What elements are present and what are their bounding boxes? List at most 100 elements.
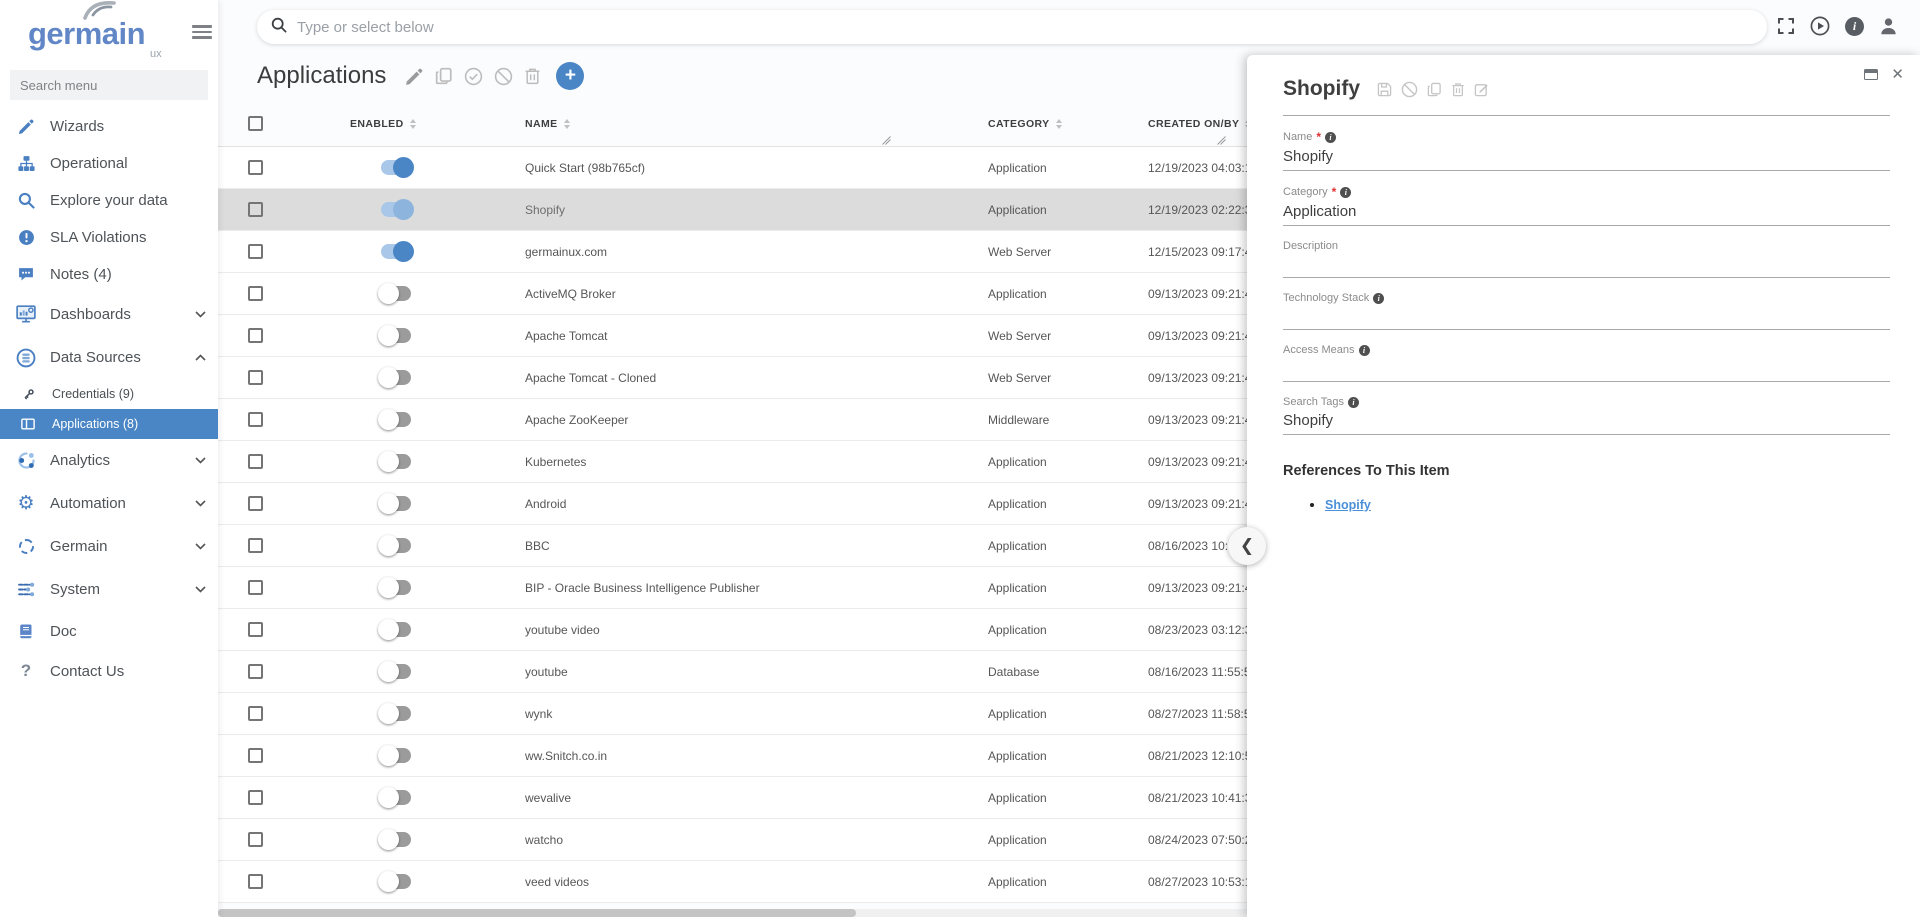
field-value[interactable]: [1283, 360, 1890, 382]
sidebar-item-explore[interactable]: Explore your data: [0, 182, 218, 219]
enabled-toggle[interactable]: [381, 622, 411, 637]
edit-icon[interactable]: [405, 67, 424, 86]
sidebar-item-credentials[interactable]: Credentials (9): [0, 379, 218, 409]
copy-icon[interactable]: [1427, 82, 1442, 97]
row-checkbox[interactable]: [248, 244, 263, 259]
close-icon[interactable]: ✕: [1891, 67, 1904, 82]
row-checkbox[interactable]: [248, 454, 263, 469]
row-checkbox[interactable]: [248, 286, 263, 301]
row-checkbox[interactable]: [248, 580, 263, 595]
row-checkbox[interactable]: [248, 622, 263, 637]
add-button[interactable]: +: [556, 62, 584, 90]
column-header-enabled[interactable]: ENABLED: [350, 118, 416, 130]
enabled-toggle[interactable]: [381, 412, 411, 427]
row-checkbox[interactable]: [248, 538, 263, 553]
user-icon[interactable]: [1879, 17, 1898, 36]
row-checkbox[interactable]: [248, 748, 263, 763]
sidebar-item-system[interactable]: System: [0, 568, 218, 611]
sidebar-item-sla-violations[interactable]: SLA Violations: [0, 219, 218, 256]
references-heading: References To This Item: [1283, 463, 1890, 479]
form-field: Search Tagsi Shopify: [1283, 396, 1890, 435]
enabled-toggle[interactable]: [381, 580, 411, 595]
enabled-toggle[interactable]: [381, 748, 411, 763]
play-icon[interactable]: [1810, 16, 1830, 36]
column-header-created[interactable]: CREATED ON/BY: [1148, 118, 1251, 130]
sidebar-item-applications[interactable]: Applications (8): [0, 409, 218, 439]
delete-icon[interactable]: [1451, 82, 1465, 97]
sidebar-item-doc[interactable]: Doc: [0, 611, 218, 651]
sidebar-item-analytics[interactable]: Analytics: [0, 439, 218, 482]
field-value[interactable]: [1283, 256, 1890, 278]
enabled-toggle[interactable]: [381, 454, 411, 469]
enabled-toggle[interactable]: [381, 706, 411, 721]
row-checkbox[interactable]: [248, 328, 263, 343]
fullscreen-icon[interactable]: [1777, 17, 1795, 35]
menu-toggle-button[interactable]: [192, 22, 212, 42]
cell-category: Application: [988, 623, 1047, 637]
toggle-knob: [378, 409, 399, 430]
reference-link[interactable]: Shopify: [1325, 498, 1371, 512]
scrollbar-thumb[interactable]: [218, 909, 856, 917]
field-value[interactable]: Application: [1283, 203, 1890, 226]
disable-icon[interactable]: [1401, 81, 1418, 98]
row-checkbox[interactable]: [248, 160, 263, 175]
field-value[interactable]: [1283, 308, 1890, 330]
sidebar-search-input[interactable]: [10, 70, 208, 100]
row-checkbox[interactable]: [248, 832, 263, 847]
column-header-category[interactable]: CATEGORY: [988, 118, 1062, 130]
panel-divider: [1283, 115, 1890, 116]
info-icon[interactable]: i: [1325, 132, 1336, 143]
enabled-toggle[interactable]: [381, 160, 411, 175]
panel-collapse-button[interactable]: ❮: [1228, 527, 1266, 565]
edit-icon[interactable]: [1474, 82, 1489, 97]
info-icon[interactable]: i: [1348, 397, 1359, 408]
row-checkbox[interactable]: [248, 412, 263, 427]
enabled-toggle[interactable]: [381, 832, 411, 847]
approve-icon[interactable]: [464, 67, 483, 86]
info-icon[interactable]: i: [1340, 187, 1351, 198]
info-icon[interactable]: i: [1359, 345, 1370, 356]
horizontal-scrollbar[interactable]: [218, 909, 1247, 917]
enabled-toggle[interactable]: [381, 244, 411, 259]
enabled-toggle[interactable]: [381, 202, 411, 217]
sidebar-item-data-sources[interactable]: Data Sources: [0, 336, 218, 379]
sidebar-item-dashboards[interactable]: Dashboards: [0, 293, 218, 336]
column-header-name[interactable]: NAME: [525, 118, 570, 130]
page-title: Applications: [257, 62, 386, 90]
enabled-toggle[interactable]: [381, 790, 411, 805]
row-checkbox[interactable]: [248, 496, 263, 511]
sidebar-item-operational[interactable]: Operational: [0, 145, 218, 182]
enabled-toggle[interactable]: [381, 496, 411, 511]
row-checkbox[interactable]: [248, 790, 263, 805]
info-icon[interactable]: i: [1845, 17, 1864, 36]
sidebar-item-contact-us[interactable]: ? Contact Us: [0, 651, 218, 691]
row-checkbox[interactable]: [248, 370, 263, 385]
enabled-toggle[interactable]: [381, 664, 411, 679]
sidebar-item-wizards[interactable]: Wizards: [0, 108, 218, 145]
row-checkbox[interactable]: [248, 664, 263, 679]
maximize-icon[interactable]: [1864, 69, 1878, 80]
sliders-icon: [15, 581, 37, 598]
enabled-toggle[interactable]: [381, 874, 411, 889]
select-all-checkbox[interactable]: [248, 116, 263, 131]
field-value[interactable]: Shopify: [1283, 148, 1890, 171]
cell-category: Application: [988, 455, 1047, 469]
row-checkbox[interactable]: [248, 874, 263, 889]
sidebar-item-automation[interactable]: ⚙ Automation: [0, 482, 218, 525]
enabled-toggle[interactable]: [381, 286, 411, 301]
save-icon[interactable]: [1377, 82, 1392, 97]
copy-icon[interactable]: [435, 67, 453, 85]
sidebar-item-notes[interactable]: Notes (4): [0, 256, 218, 293]
enabled-toggle[interactable]: [381, 370, 411, 385]
info-icon[interactable]: i: [1373, 293, 1384, 304]
disable-icon[interactable]: [494, 67, 513, 86]
field-value[interactable]: Shopify: [1283, 412, 1890, 435]
cell-category: Application: [988, 875, 1047, 889]
enabled-toggle[interactable]: [381, 538, 411, 553]
enabled-toggle[interactable]: [381, 328, 411, 343]
row-checkbox[interactable]: [248, 202, 263, 217]
global-search-input[interactable]: [297, 19, 1753, 36]
row-checkbox[interactable]: [248, 706, 263, 721]
delete-icon[interactable]: [524, 67, 541, 85]
sidebar-item-germain[interactable]: Germain: [0, 525, 218, 568]
